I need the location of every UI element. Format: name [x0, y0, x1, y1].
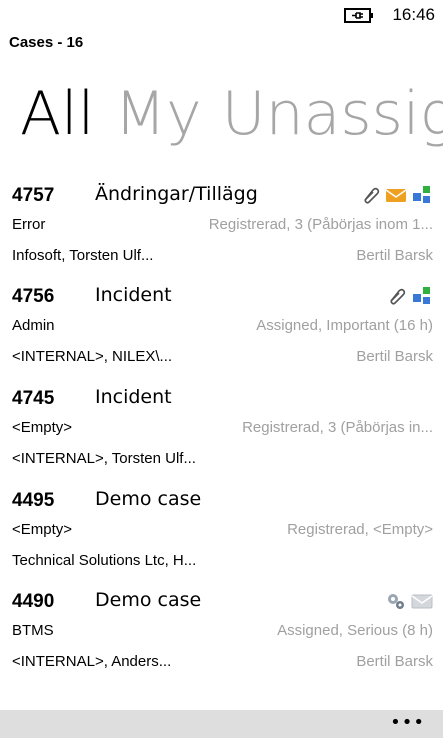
paperclip-icon [390, 288, 406, 305]
case-assignee: Bertil Barsk [356, 348, 433, 365]
case-item[interactable]: 4490 Demo case BTMS Assigned, Serious (8… [0, 589, 443, 690]
case-status: Registrerad, <Empty> [287, 521, 433, 538]
pivot-my[interactable]: My [114, 74, 201, 154]
case-title: Incident [95, 386, 172, 408]
case-item[interactable]: 4495 Demo case <Empty> Registrerad, <Emp… [0, 488, 443, 589]
case-id: 4495 [12, 490, 55, 511]
pivot-unassigned[interactable]: Unassig [222, 74, 443, 154]
app-title: Cases - 16 [9, 34, 84, 51]
mail-icon [385, 189, 407, 202]
paperclip-icon [364, 187, 380, 204]
case-id: 4490 [12, 591, 55, 612]
network-icon [413, 287, 430, 304]
case-item[interactable]: 4757 Ändringar/Tillägg Error Registrerad… [0, 183, 443, 284]
case-id: 4757 [12, 185, 55, 206]
mail-grey-icon [411, 594, 433, 609]
more-options-button[interactable]: ••• [390, 712, 425, 733]
network-icon [413, 186, 430, 203]
case-category: BTMS [12, 622, 54, 639]
case-customer: <INTERNAL>, Anders... [12, 653, 172, 670]
case-category: <Empty> [12, 419, 73, 436]
case-customer: <INTERNAL>, NILEX\... [12, 348, 173, 365]
case-title: Demo case [95, 488, 202, 510]
pivot-header: All My Unassig [20, 74, 443, 154]
case-category: <Empty> [12, 521, 73, 538]
case-title: Ändringar/Tillägg [95, 183, 258, 205]
case-assignee: Bertil Barsk [356, 653, 433, 670]
case-status: Assigned, Serious (8 h) [277, 622, 433, 639]
case-category: Error [12, 216, 46, 233]
case-customer: Technical Solutions Ltc, H... [12, 552, 197, 569]
case-status: Registrerad, 3 (Påbörjas in... [242, 419, 433, 436]
case-customer: Infosoft, Torsten Ulf... [12, 247, 154, 264]
case-status: Assigned, Important (16 h) [256, 317, 433, 334]
pivot-all[interactable]: All [20, 74, 94, 154]
case-item[interactable]: 4756 Incident Admin Assigned, Important … [0, 284, 443, 385]
case-customer: <INTERNAL>, Torsten Ulf... [12, 450, 196, 467]
battery-charging-icon [344, 8, 373, 23]
case-status: Registrerad, 3 (Påbörjas inom 1... [208, 216, 433, 233]
case-item[interactable]: 4745 Incident <Empty> Registrerad, 3 (På… [0, 386, 443, 487]
app-bar: ••• [0, 710, 443, 738]
case-category: Admin [12, 317, 55, 334]
case-assignee: Bertil Barsk [356, 247, 433, 264]
status-bar: 16:46 [0, 0, 443, 32]
case-title: Demo case [95, 589, 202, 611]
clock: 16:46 [392, 5, 435, 24]
case-title: Incident [95, 284, 172, 306]
case-id: 4756 [12, 286, 55, 307]
gears-icon [388, 594, 404, 609]
case-id: 4745 [12, 388, 55, 409]
